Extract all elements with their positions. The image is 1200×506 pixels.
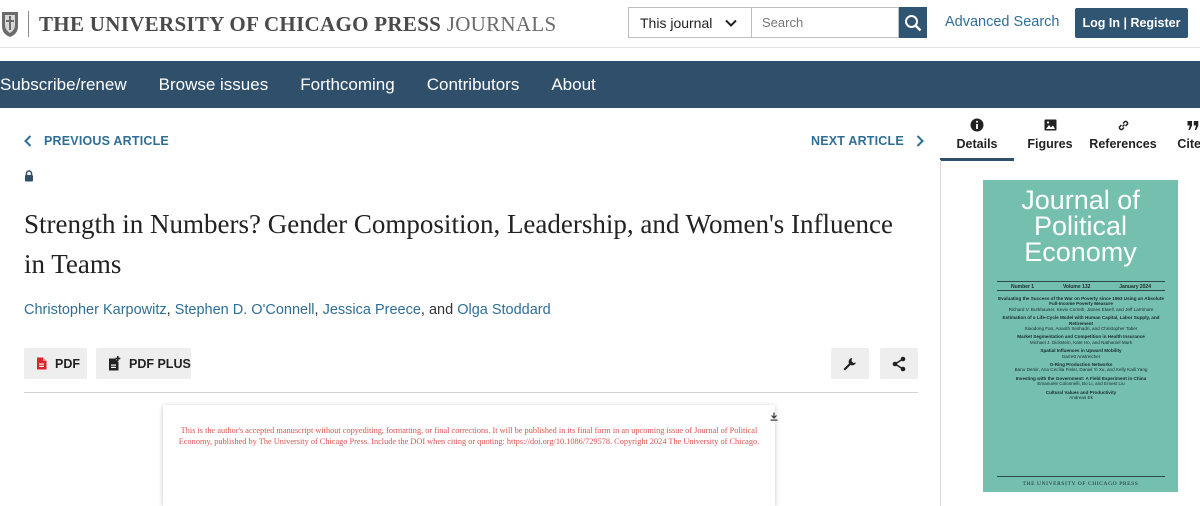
pdf-plus-icon xyxy=(109,356,121,371)
share-icon xyxy=(892,356,906,371)
site-header: THE UNIVERSITY OF CHICAGO PRESS JOURNALS… xyxy=(0,0,1200,48)
active-tab-indicator xyxy=(940,158,1014,161)
cover-item-title: Estimation of a Life-Cycle Model with Hu… xyxy=(1002,315,1160,326)
cover-title: Journal of Political Economy xyxy=(1021,185,1140,267)
login-register-button[interactable]: Log In | Register xyxy=(1075,8,1188,38)
pdf-plus-label: PDF PLUS xyxy=(129,356,191,371)
cover-publisher: THE UNIVERSITY OF CHICAGO PRESS xyxy=(1022,481,1139,487)
site-logo[interactable]: THE UNIVERSITY OF CHICAGO PRESS JOURNALS xyxy=(0,9,556,39)
next-article-label: NEXT ARTICLE xyxy=(811,134,904,148)
cover-item-authors: Michael J. Dickstein, Kate Ho, and Natha… xyxy=(1029,339,1133,345)
link-icon xyxy=(1117,118,1130,132)
chevron-down-icon xyxy=(725,19,737,27)
tab-figures-label: Figures xyxy=(1027,137,1073,151)
tab-details[interactable]: Details xyxy=(940,118,1014,160)
cover-contents-item: O-Ring Production Networks Banu Demir, An… xyxy=(997,362,1165,373)
cover-contents: Evaluating the Success of the War on Pov… xyxy=(997,296,1165,404)
lock-icon xyxy=(25,170,33,182)
author-link[interactable]: Jessica Preece xyxy=(323,302,421,318)
side-panel-border xyxy=(940,160,941,506)
chevron-right-icon xyxy=(916,135,924,147)
cover-issue-line: Number 1 Volume 132 January 2024 xyxy=(997,281,1165,291)
author-link[interactable]: Christopher Karpowitz xyxy=(24,302,167,318)
author-link[interactable]: Stephen D. O'Connell xyxy=(175,302,315,318)
cover-item-authors: Xiaodong Fan, Ananth Seshadri, and Chris… xyxy=(1024,326,1138,332)
cover-contents-item: Market Segmentation and Competition in H… xyxy=(997,334,1165,345)
cover-item-title: Evaluating the Success of the War on Pov… xyxy=(998,296,1164,307)
previous-article-link[interactable]: PREVIOUS ARTICLE xyxy=(24,134,169,148)
tools-button[interactable] xyxy=(831,348,869,379)
pdf-label: PDF xyxy=(55,356,80,371)
cover-date: January 2024 xyxy=(1119,284,1151,290)
journal-cover-image[interactable]: Journal of Political Economy Number 1 Vo… xyxy=(983,180,1178,492)
cover-contents-item: Evaluating the Success of the War on Pov… xyxy=(997,296,1165,312)
tab-cited-label: Cited xyxy=(1177,137,1200,151)
cover-item-authors: Garrett Anstreicher xyxy=(1061,353,1101,359)
pdf-icon xyxy=(37,357,47,370)
nav-contributors[interactable]: Contributors xyxy=(427,75,520,95)
university-seal-icon xyxy=(2,12,18,37)
search-button[interactable] xyxy=(899,7,927,38)
pdf-preview-page[interactable]: This is the author's accepted manuscript… xyxy=(163,405,778,506)
chevron-left-icon xyxy=(24,135,32,147)
tab-figures[interactable]: Figures xyxy=(1022,118,1078,160)
author-separator: , xyxy=(166,302,175,318)
advanced-search-link[interactable]: Advanced Search xyxy=(945,14,1059,30)
tab-references[interactable]: References xyxy=(1088,118,1158,160)
cover-contents-item: Spatial Influences in Upward Mobility Gar… xyxy=(997,348,1165,359)
nav-subscribe-renew[interactable]: Subscribe/renew xyxy=(0,75,127,95)
search-input[interactable] xyxy=(752,7,899,38)
author-link[interactable]: Olga Stoddard xyxy=(457,302,551,318)
nav-browse-issues[interactable]: Browse issues xyxy=(159,75,269,95)
cover-item-authors: Emanuele Colonnelli, Bo Li, and Ernest L… xyxy=(1037,381,1125,387)
tab-cited[interactable]: Cited xyxy=(1168,118,1200,160)
pdf-button[interactable]: PDF xyxy=(24,348,87,379)
section-divider xyxy=(24,392,918,393)
logo-sub: JOURNALS xyxy=(446,11,557,36)
cover-volume: Volume 132 xyxy=(1062,284,1091,290)
share-button[interactable] xyxy=(880,348,918,379)
search-scope-value: This journal xyxy=(640,14,713,31)
cover-item-authors: Banu Demir, Ana Cecília Fieler, Daniel Y… xyxy=(1014,367,1148,373)
search-icon xyxy=(905,14,922,31)
logo-divider xyxy=(28,11,29,37)
wrench-icon xyxy=(843,357,856,370)
next-article-link[interactable]: NEXT ARTICLE xyxy=(811,134,924,148)
download-icon[interactable] xyxy=(770,412,778,421)
logo-main: THE UNIVERSITY OF CHICAGO PRESS xyxy=(39,11,442,36)
cover-item-authors: Andreas Ek xyxy=(1069,395,1093,401)
quote-icon xyxy=(1187,118,1199,132)
tab-details-label: Details xyxy=(956,137,998,151)
pdf-plus-button[interactable]: PDF PLUS xyxy=(96,348,191,379)
author-list: Christopher Karpowitz, Stephen D. O'Conn… xyxy=(24,302,551,318)
nav-forthcoming[interactable]: Forthcoming xyxy=(300,75,394,95)
main-nav: Subscribe/renew Browse issues Forthcomin… xyxy=(0,61,1200,108)
image-icon xyxy=(1044,118,1057,132)
search-scope-select[interactable]: This journal xyxy=(628,7,752,38)
cover-contents-item: Investing with the Government: A Field E… xyxy=(997,376,1165,387)
cover-item-authors: Richard V. Burkhauser, Kevin Corinth, Ja… xyxy=(1008,306,1154,312)
manuscript-notice: This is the author's accepted manuscript… xyxy=(178,426,760,446)
cover-contents-item: Cultural Values and Productivity Andreas … xyxy=(997,390,1165,401)
cover-rule xyxy=(997,476,1165,477)
info-icon xyxy=(970,118,984,132)
cover-contents-item: Estimation of a Life-Cycle Model with Hu… xyxy=(997,315,1165,331)
author-separator: , and xyxy=(420,302,458,318)
author-separator: , xyxy=(314,302,323,318)
article-title: Strength in Numbers? Gender Composition,… xyxy=(24,209,893,279)
cover-number: Number 1 xyxy=(1011,284,1035,290)
nav-about[interactable]: About xyxy=(551,75,595,95)
previous-article-label: PREVIOUS ARTICLE xyxy=(44,134,169,148)
logo-text: THE UNIVERSITY OF CHICAGO PRESS JOURNALS xyxy=(39,12,556,37)
tab-references-label: References xyxy=(1089,137,1157,151)
